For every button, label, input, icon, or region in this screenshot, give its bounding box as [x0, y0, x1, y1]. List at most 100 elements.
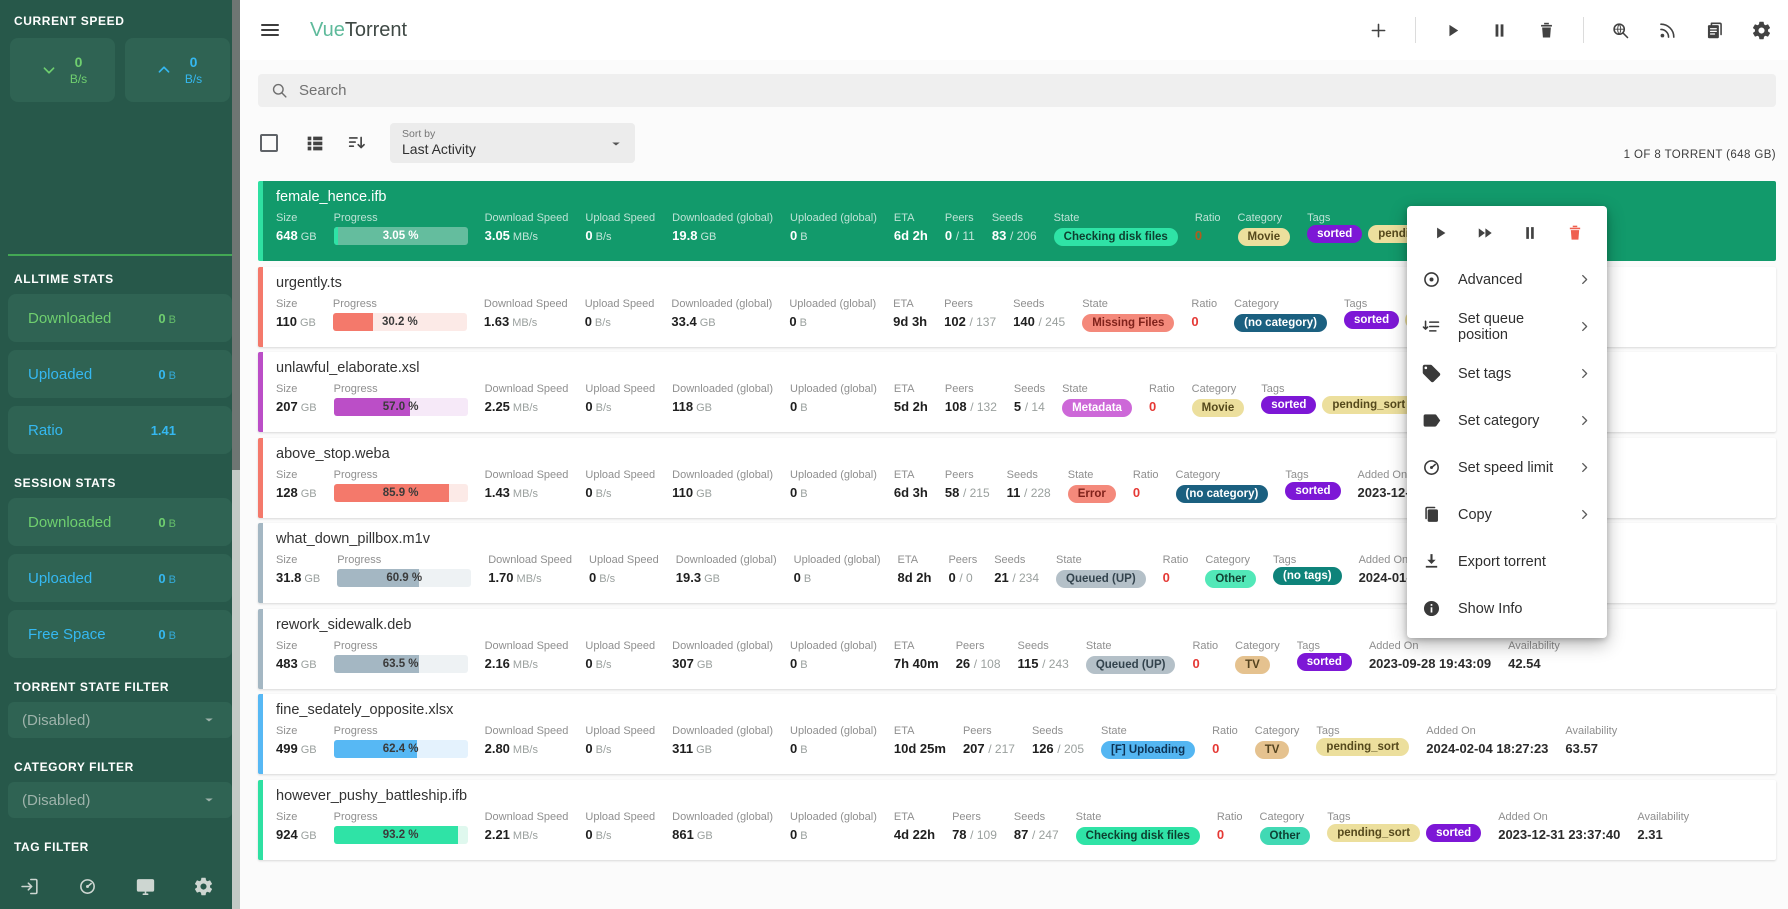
menu-item-copy[interactable]: Copy — [1407, 491, 1607, 538]
exit-app-button[interactable] — [19, 876, 40, 897]
uploaded-global-cell: Uploaded (global) 0B — [790, 383, 877, 414]
torrent-state-filter-title: TORRENT STATE FILTER — [14, 680, 226, 694]
menu-item-set-speed-limit[interactable]: Set speed limit — [1407, 444, 1607, 491]
top-bar: VueTorrent — [240, 0, 1788, 60]
uploaded-global-cell: Uploaded (global) 0B — [789, 298, 876, 329]
column-label: Peers — [952, 811, 997, 823]
progress-cell: Progress 3.05 % — [334, 212, 468, 245]
delete-button[interactable] — [1536, 20, 1557, 41]
download-speed-cell: Download Speed 1.63MB/s — [484, 298, 568, 329]
ratio-cell: Ratio 0 — [1212, 725, 1238, 756]
upload-speed-cell: Upload Speed 0B/s — [585, 811, 655, 842]
context-resume-button[interactable] — [1430, 223, 1450, 243]
column-label: Peers — [948, 554, 977, 566]
upload-speed-cell: Upload Speed 0B/s — [585, 640, 655, 671]
menu-item-set-category[interactable]: Set category — [1407, 397, 1607, 444]
category-cell: Category (no category) — [1234, 298, 1327, 332]
column-label: Category — [1176, 469, 1269, 481]
sort-by-select[interactable]: Sort by Last Activity — [390, 123, 635, 163]
tag-badge: sorted — [1307, 225, 1362, 243]
search-engine-button[interactable] — [1610, 20, 1631, 41]
column-label: Size — [276, 383, 317, 395]
state-badge: Queued (UP) — [1056, 570, 1146, 588]
chevron-right-icon — [1576, 459, 1593, 476]
alltime-downloaded-card: Downloaded 0B — [8, 294, 232, 342]
menu-item-set-queue-position[interactable]: Set queue position — [1407, 303, 1607, 350]
column-label: Uploaded (global) — [790, 811, 877, 823]
added-on-cell: Added On 2023-12-31 23:37:40 — [1498, 811, 1620, 842]
menu-item-export-torrent[interactable]: Export torrent — [1407, 538, 1607, 585]
ratio-cell: Ratio 0 — [1217, 811, 1243, 842]
menu-item-set-tags[interactable]: Set tags — [1407, 350, 1607, 397]
peers-cell: Peers 26 / 108 — [956, 640, 1001, 671]
tags-cell: Tags sortedpending_sort — [1261, 383, 1415, 414]
downloaded-global-cell: Downloaded (global) 33.4GB — [671, 298, 772, 329]
settings-button[interactable] — [193, 876, 214, 897]
menu-item-label: Set tags — [1458, 366, 1511, 382]
sort-direction-icon[interactable] — [346, 132, 368, 154]
eta-cell: ETA 10d 25m — [894, 725, 946, 756]
connection-status-button[interactable] — [135, 876, 156, 897]
seeds-cell: Seeds 21 / 234 — [994, 554, 1039, 585]
search-bar[interactable] — [258, 74, 1776, 107]
alltime-ratio-card: Ratio 1.41 — [8, 406, 232, 454]
column-label: Availability — [1637, 811, 1689, 823]
menu-item-advanced[interactable]: Advanced — [1407, 256, 1607, 303]
rss-button[interactable] — [1657, 20, 1678, 41]
context-delete-button[interactable] — [1565, 223, 1585, 243]
sidebar-bottom-bar — [0, 863, 232, 909]
torrent-row[interactable]: however_pushy_battleship.ifb Size 924GB … — [258, 780, 1776, 860]
settings-button[interactable] — [1751, 20, 1772, 41]
torrent-state-filter-select[interactable]: (Disabled) — [8, 702, 232, 738]
state-badge: Error — [1068, 485, 1116, 503]
torrent-row[interactable]: fine_sedately_opposite.xlsx Size 499GB P… — [258, 694, 1776, 774]
column-label: Added On — [1369, 640, 1491, 652]
speed-limit-toggle-button[interactable] — [77, 876, 98, 897]
context-pause-button[interactable] — [1520, 223, 1540, 243]
state-badge: Checking disk files — [1054, 228, 1178, 246]
delete-icon — [1565, 223, 1585, 243]
column-label: Progress — [334, 212, 468, 224]
column-label: Downloaded (global) — [672, 212, 773, 224]
context-force-resume-button[interactable] — [1475, 223, 1495, 243]
pause-all-button[interactable] — [1489, 20, 1510, 41]
added-on-cell: Added On 2023-09-28 19:43:09 — [1369, 640, 1491, 671]
add-torrent-button[interactable] — [1368, 20, 1389, 41]
tags-cell: Tags (no tags) — [1273, 554, 1342, 585]
menu-item-label: Copy — [1458, 507, 1492, 523]
column-label: Download Speed — [484, 298, 568, 310]
sidebar-scrollbar[interactable] — [232, 0, 240, 909]
column-label: Downloaded (global) — [672, 383, 773, 395]
availability-cell: Availability 63.57 — [1565, 725, 1617, 756]
column-label: Download Speed — [485, 383, 569, 395]
column-label: Peers — [963, 725, 1015, 737]
menu-item-show-info[interactable]: Show Info — [1407, 585, 1607, 632]
category-filter-select[interactable]: (Disabled) — [8, 782, 232, 818]
column-label: Progress — [334, 725, 468, 737]
column-label: Progress — [334, 383, 468, 395]
menu-icon[interactable] — [258, 18, 282, 42]
rss-icon — [1657, 20, 1678, 41]
state-cell: State [F] Uploading — [1101, 725, 1195, 759]
progress-text: 63.5 % — [334, 655, 468, 673]
column-label: Ratio — [1217, 811, 1243, 823]
view-list-icon[interactable] — [304, 132, 326, 154]
peers-cell: Peers 108 / 132 — [945, 383, 997, 414]
column-label: Category — [1205, 554, 1256, 566]
select-all-checkbox[interactable] — [260, 134, 278, 152]
upload-speed-cell: Upload Speed 0B/s — [589, 554, 659, 585]
caret-down-icon — [607, 135, 625, 153]
column-label: ETA — [893, 298, 927, 310]
column-label: Peers — [945, 469, 990, 481]
resume-all-button[interactable] — [1442, 20, 1463, 41]
eta-cell: ETA 5d 2h — [894, 383, 928, 414]
download-speed-value: 0 — [70, 54, 87, 70]
label-icon — [1421, 410, 1442, 431]
gauge-icon — [1421, 457, 1442, 478]
resume-all-icon — [1442, 20, 1463, 41]
search-input[interactable] — [299, 82, 1644, 99]
context-menu-quick-actions — [1407, 210, 1607, 256]
alltime-uploaded-card: Uploaded 0B — [8, 350, 232, 398]
log-button[interactable] — [1704, 20, 1725, 41]
download-speed-unit: B/s — [70, 72, 87, 86]
